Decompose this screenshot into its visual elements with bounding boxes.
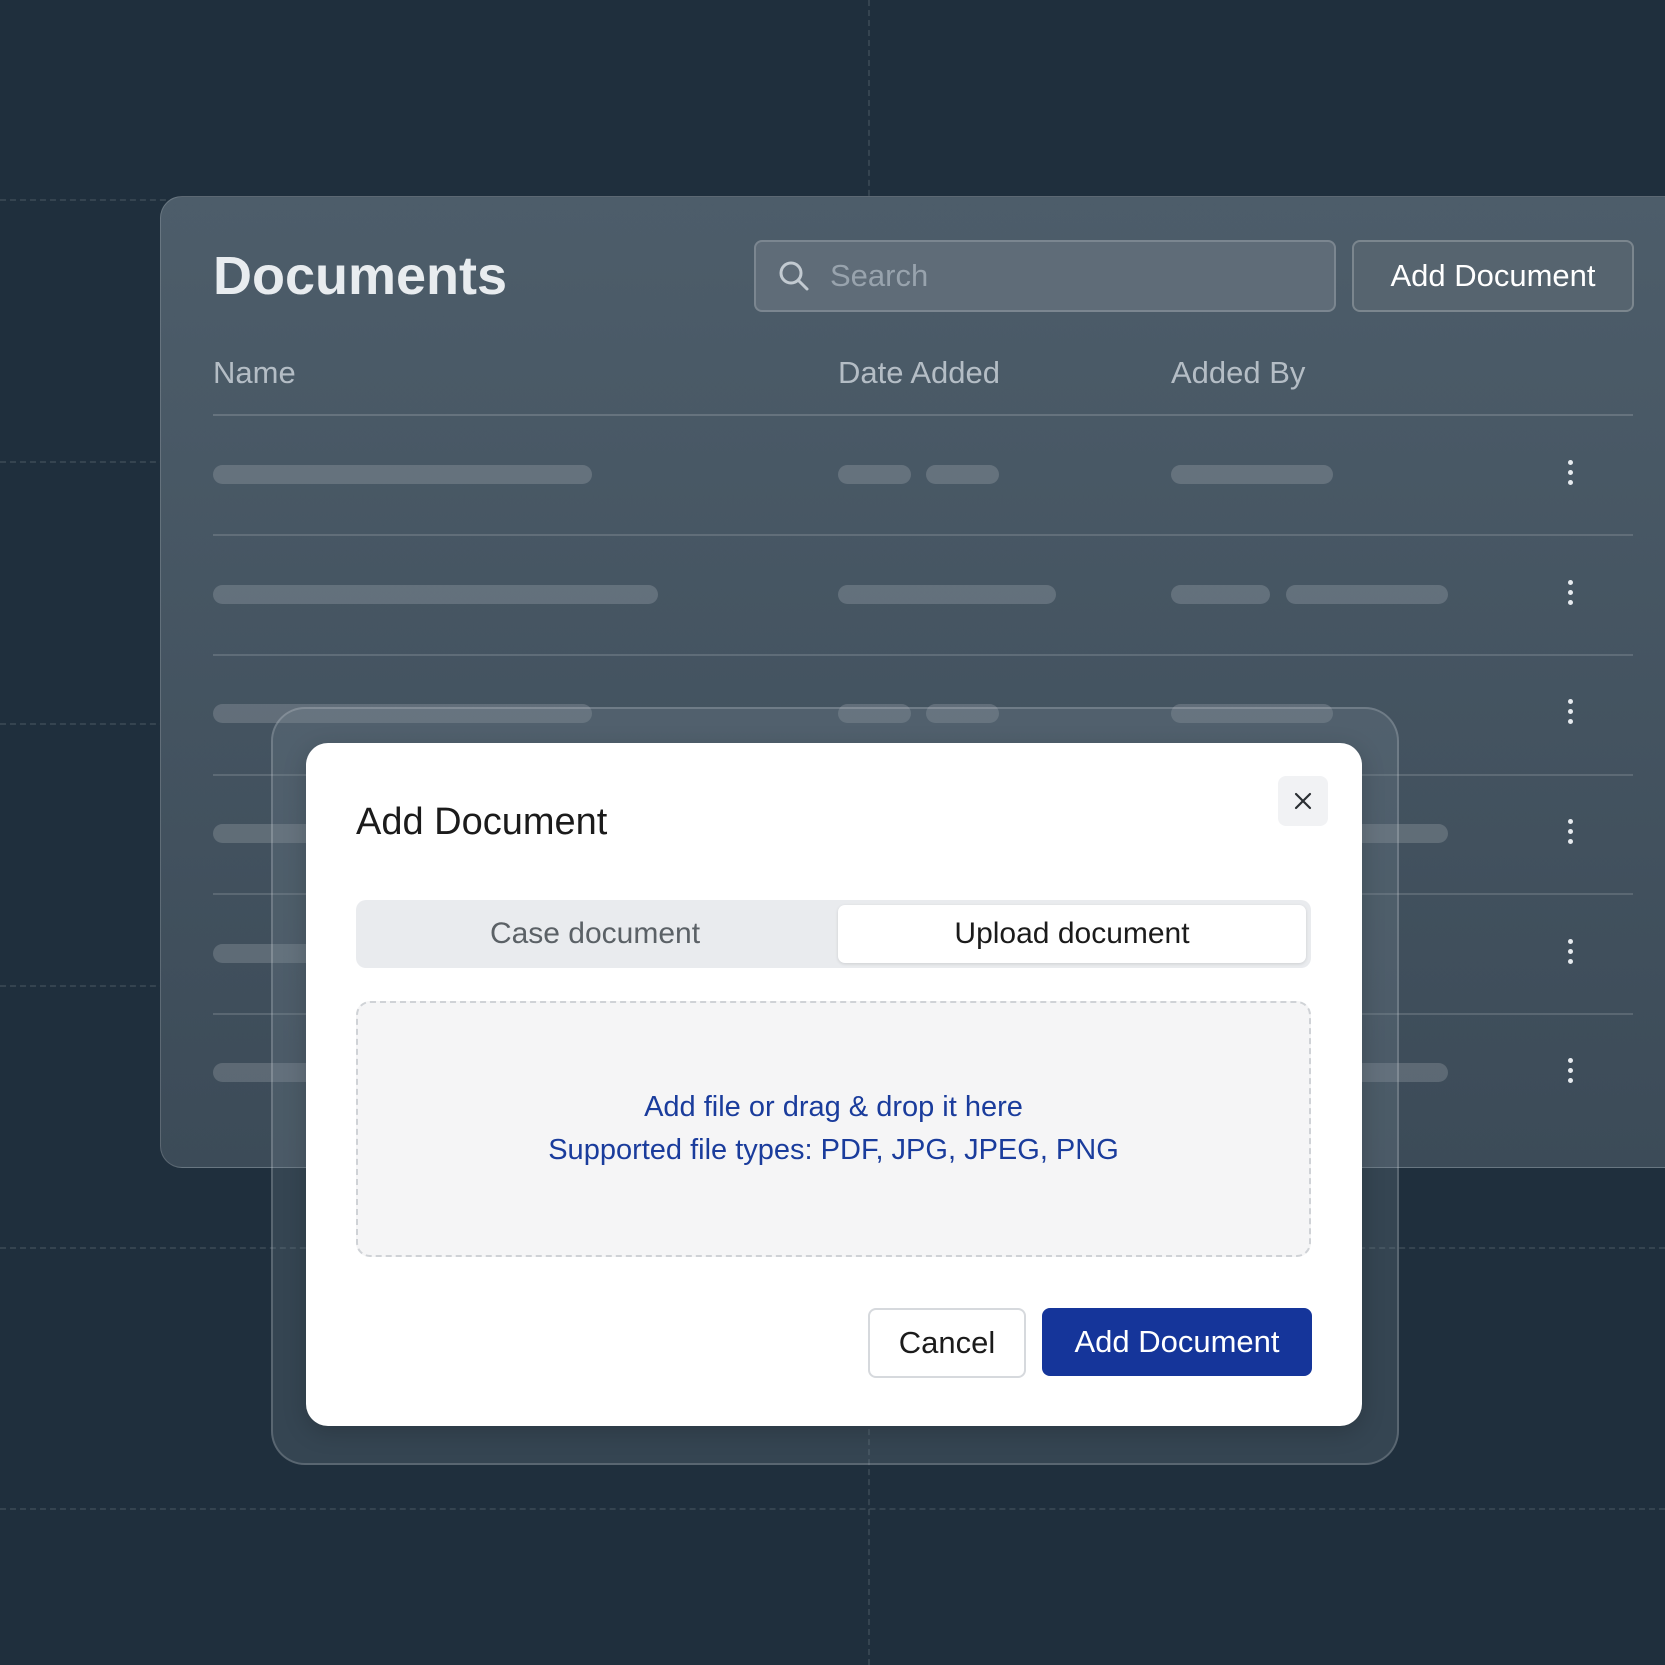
- column-header-name[interactable]: Name: [213, 355, 296, 391]
- skeleton-line: [838, 465, 911, 484]
- dropzone-instruction[interactable]: Add file or drag & drop it here: [644, 1086, 1023, 1129]
- tab-upload-document[interactable]: Upload document: [838, 905, 1306, 963]
- search-icon: [778, 260, 810, 297]
- more-options-icon[interactable]: [1568, 1058, 1574, 1088]
- cancel-button[interactable]: Cancel: [868, 1308, 1026, 1378]
- dropzone-file-types: Supported file types: PDF, JPG, JPEG, PN…: [548, 1134, 1119, 1166]
- file-dropzone[interactable]: Add file or drag & drop it here Supporte…: [356, 1001, 1311, 1257]
- add-document-submit-button[interactable]: Add Document: [1042, 1308, 1312, 1376]
- more-options-icon[interactable]: [1568, 939, 1574, 969]
- search-input[interactable]: Search: [754, 240, 1336, 312]
- more-options-icon[interactable]: [1568, 699, 1574, 729]
- more-options-icon[interactable]: [1568, 460, 1574, 490]
- more-options-icon[interactable]: [1568, 580, 1574, 610]
- dialog-title: Add Document: [356, 801, 608, 843]
- more-options-icon[interactable]: [1568, 819, 1574, 849]
- skeleton-line: [838, 585, 1056, 604]
- page-title: Documents: [213, 246, 508, 306]
- tab-case-document[interactable]: Case document: [356, 900, 834, 968]
- skeleton-line: [1171, 465, 1333, 484]
- skeleton-line: [213, 585, 658, 604]
- document-type-toggle: Case document Upload document: [356, 900, 1311, 968]
- column-header-added-by[interactable]: Added By: [1171, 355, 1305, 391]
- row-divider: [213, 534, 1633, 536]
- skeleton-line: [926, 465, 999, 484]
- skeleton-line: [213, 465, 592, 484]
- row-divider: [213, 654, 1633, 656]
- add-document-button[interactable]: Add Document: [1352, 240, 1634, 312]
- search-placeholder: Search: [830, 258, 929, 293]
- close-icon: [1294, 792, 1312, 810]
- close-button[interactable]: [1278, 776, 1328, 826]
- add-document-dialog: Add Document Case document Upload docume…: [306, 743, 1362, 1426]
- column-header-date-added[interactable]: Date Added: [838, 355, 1000, 391]
- header-divider: [213, 414, 1633, 416]
- skeleton-line: [1171, 585, 1270, 604]
- skeleton-line: [1286, 585, 1448, 604]
- guide-line: [0, 1508, 1665, 1510]
